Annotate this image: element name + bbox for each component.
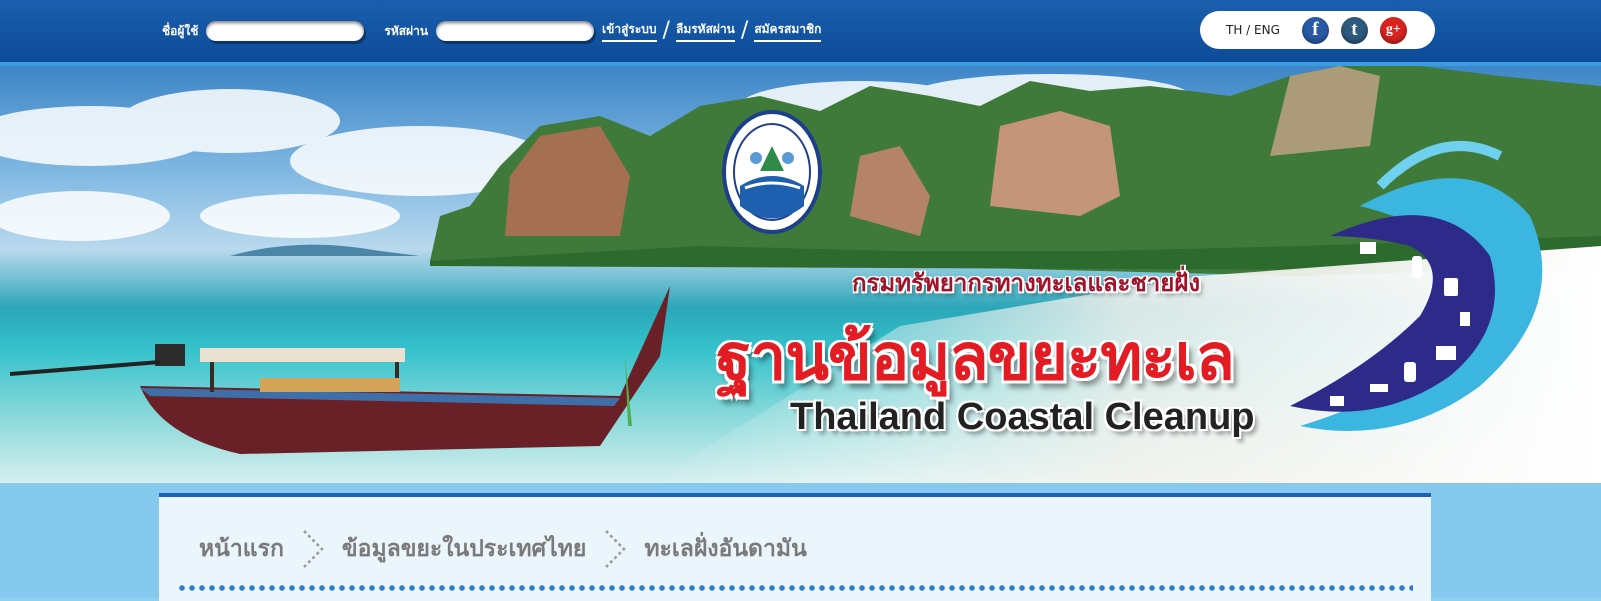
breadcrumb-home[interactable]: หน้าแรก <box>199 531 284 567</box>
breadcrumb-thailand-waste[interactable]: ข้อมูลขยะในประเทศไทย <box>342 531 586 567</box>
distant-island <box>230 244 420 256</box>
language-switch[interactable]: TH / ENG <box>1226 23 1280 37</box>
forgot-password-link[interactable]: ลืมรหัสผ่าน <box>675 20 735 42</box>
department-name: กรมทรัพยากรทางทะเลและชายฝั่ง <box>852 269 1201 297</box>
chevron-right-icon <box>303 530 324 568</box>
facebook-icon[interactable]: f <box>1301 16 1329 44</box>
login-form: ชื่อผู้ใช้ รหัสผ่าน เข้าสู่ระบบ / ลืมรหั… <box>162 18 822 44</box>
login-link[interactable]: เข้าสู่ระบบ <box>602 20 657 42</box>
breadcrumb-andaman: ทะเลฝั่งอันดามัน <box>644 536 807 562</box>
chevron-right-icon <box>605 530 627 568</box>
site-title-english: Thailand Coastal Cleanup <box>790 396 1255 438</box>
username-input[interactable] <box>206 21 365 41</box>
password-input[interactable] <box>436 21 595 41</box>
register-link[interactable]: สมัครสมาชิก <box>754 20 822 42</box>
department-seal-logo <box>722 110 822 234</box>
longtail-boat <box>9 286 670 454</box>
breadcrumb: หน้าแรก ข้อมูลขยะในประเทศไทย ทะเลฝั่งอัน… <box>199 529 807 569</box>
separator-slash: / <box>740 18 749 43</box>
username-label: ชื่อผู้ใช้ <box>162 23 199 38</box>
tumblr-icon[interactable]: t <box>1340 16 1368 44</box>
hero-banner: กรมทรัพยากรทางทะเลและชายฝั่ง ฐานข้อมูลขย… <box>0 66 1601 483</box>
password-label: รหัสผ่าน <box>384 23 429 38</box>
site-title-thai: ฐานข้อมูลขยะทะเล <box>716 321 1235 395</box>
language-social-box: TH / ENG f t g+ <box>1200 11 1435 49</box>
google-plus-icon[interactable]: g+ <box>1379 16 1407 44</box>
top-bar: ชื่อผู้ใช้ รหัสผ่าน เข้าสู่ระบบ / ลืมรหั… <box>0 0 1601 66</box>
dotted-divider <box>177 585 1413 591</box>
content-panel: หน้าแรก ข้อมูลขยะในประเทศไทย ทะเลฝั่งอัน… <box>159 493 1431 601</box>
separator-slash: / <box>662 18 670 43</box>
